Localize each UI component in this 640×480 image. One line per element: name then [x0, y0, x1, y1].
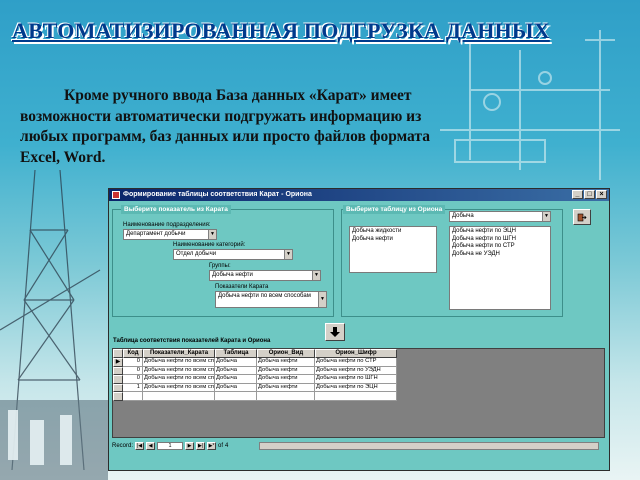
slide-title: АВТОМАТИЗИРОВАННАЯ ПОДГРУЗКА ДАННЫХ — [12, 18, 550, 43]
chevron-down-icon[interactable]: ▼ — [208, 230, 216, 239]
table-cell[interactable]: Добыча нефти по всем способам — [143, 375, 215, 384]
horizontal-scrollbar[interactable] — [259, 442, 599, 450]
row-selector[interactable] — [113, 383, 123, 392]
table-cell[interactable]: Добыча нефти по УЭДН — [315, 366, 397, 375]
table-cell[interactable]: Добыча — [215, 375, 257, 384]
slide-intro-text: Кроме ручного ввода База данных «Карат» … — [20, 87, 430, 166]
table-row[interactable]: 0 Добыча нефти по всем способам Добыча Д… — [113, 375, 604, 384]
prev-record-button[interactable]: ◀ — [146, 442, 156, 450]
table-cell[interactable]: Добыча нефти по всем способам — [143, 383, 215, 392]
list-item[interactable]: Добыча нефти по ШГН — [452, 236, 548, 244]
maximize-button[interactable]: □ — [584, 190, 595, 199]
table-cell[interactable]: 0 — [123, 375, 143, 384]
table-cell[interactable]: 0 — [123, 358, 143, 367]
current-record-field[interactable]: 1 — [157, 442, 184, 450]
table-header-row: Код Показатели_Карата Таблица Орион_Вид … — [113, 349, 604, 358]
mapping-table-caption: Таблица соответствия показателей Карата … — [113, 338, 271, 344]
category-label: Наименование категорий: — [173, 242, 246, 248]
table-row[interactable]: 0 Добыча нефти по всем способам Добыча Д… — [113, 366, 604, 375]
karat-indicator-label: Показатели Карата — [215, 284, 269, 290]
orion-type-list[interactable]: Добыча жидкости Добыча нефти — [349, 226, 437, 273]
list-item[interactable]: Добыча нефти по СТР — [452, 243, 548, 251]
table-cell[interactable]: Добыча нефти по СТР — [315, 358, 397, 367]
orion-table-select[interactable]: Добыча ▼ — [449, 211, 551, 222]
department-select[interactable]: Департамент добычи ▼ — [123, 229, 217, 240]
karat-indicator-select[interactable]: Добыча нефти по всем способам ▼ — [215, 291, 327, 308]
list-item[interactable]: Добыча нефти по ЭЦН — [452, 228, 548, 236]
orion-panel-header: Выберите таблицу из Ориона — [343, 205, 446, 214]
table-cell[interactable] — [143, 392, 215, 401]
column-header[interactable]: Орион_Шифр — [315, 349, 397, 358]
group-select-value: Добыча нефти — [212, 272, 253, 278]
add-to-table-button[interactable] — [325, 323, 345, 341]
table-cell[interactable]: 0 — [123, 366, 143, 375]
category-select[interactable]: Отдел добычи ▼ — [173, 249, 293, 260]
list-item[interactable]: Добыча не УЭДН — [452, 251, 548, 259]
table-new-row[interactable] — [113, 392, 604, 401]
table-cell[interactable]: Добыча — [215, 383, 257, 392]
category-select-value: Отдел добычи — [176, 251, 217, 257]
table-cell[interactable]: Добыча нефти по всем способам — [143, 366, 215, 375]
of-label: of — [218, 443, 224, 449]
table-cell[interactable]: Добыча нефти по ЭЦН — [315, 383, 397, 392]
new-record-button[interactable]: ▶* — [207, 442, 217, 450]
table-cell[interactable]: Добыча нефти по ШГН — [315, 375, 397, 384]
row-selector[interactable] — [113, 392, 123, 401]
close-button[interactable]: × — [596, 190, 607, 199]
row-selector[interactable] — [113, 366, 123, 375]
row-selector-header — [113, 349, 123, 358]
window-titlebar[interactable]: Формирование таблицы соответствия Карат … — [109, 189, 609, 201]
column-header[interactable]: Орион_Вид — [257, 349, 315, 358]
app-icon — [112, 191, 120, 199]
table-cell[interactable] — [257, 392, 315, 401]
table-cell[interactable] — [123, 392, 143, 401]
mapping-table: Код Показатели_Карата Таблица Орион_Вид … — [112, 348, 605, 438]
table-cell[interactable]: Добыча нефти — [257, 383, 315, 392]
first-record-button[interactable]: |◀ — [135, 442, 145, 450]
department-label: Наименование подразделения: — [123, 222, 211, 228]
column-header[interactable]: Таблица — [215, 349, 257, 358]
column-header[interactable]: Показатели_Карата — [143, 349, 215, 358]
table-cell[interactable] — [215, 392, 257, 401]
chevron-down-icon[interactable]: ▼ — [284, 250, 292, 259]
orion-table-select-value: Добыча — [452, 213, 474, 219]
table-cell[interactable]: Добыча нефти по всем способам — [143, 358, 215, 367]
table-cell[interactable]: Добыча — [215, 366, 257, 375]
arrow-down-icon — [330, 327, 340, 337]
chevron-down-icon[interactable]: ▼ — [318, 292, 326, 307]
table-cell[interactable]: Добыча — [215, 358, 257, 367]
list-item[interactable]: Добыча нефти — [352, 236, 434, 244]
table-cell[interactable]: Добыча нефти — [257, 375, 315, 384]
list-item[interactable]: Добыча жидкости — [352, 228, 434, 236]
export-button[interactable] — [573, 209, 591, 225]
chevron-down-icon[interactable]: ▼ — [312, 271, 320, 280]
karat-indicator-value: Добыча нефти по всем способам — [218, 293, 311, 299]
table-cell[interactable]: Добыча нефти — [257, 366, 315, 375]
karat-panel-header: Выберите показатель из Карата — [121, 205, 231, 214]
minimize-button[interactable]: _ — [572, 190, 583, 199]
mapping-form-window: Формирование таблицы соответствия Карат … — [108, 188, 610, 471]
window-title: Формирование таблицы соответствия Карат … — [123, 191, 312, 198]
table-row[interactable]: ▶ 0 Добыча нефти по всем способам Добыча… — [113, 358, 604, 367]
row-selector[interactable] — [113, 375, 123, 384]
table-cell[interactable]: Добыча нефти — [257, 358, 315, 367]
group-label: Группы: — [209, 263, 231, 269]
record-total: 4 — [225, 443, 229, 449]
department-select-value: Департамент добычи — [126, 231, 186, 237]
table-cell[interactable] — [315, 392, 397, 401]
chevron-down-icon[interactable]: ▼ — [542, 212, 550, 221]
next-record-button[interactable]: ▶ — [185, 442, 195, 450]
door-exit-icon — [577, 213, 587, 221]
record-label: Record: — [112, 443, 134, 449]
column-header[interactable]: Код — [123, 349, 143, 358]
table-row[interactable]: 1 Добыча нефти по всем способам Добыча Д… — [113, 383, 604, 392]
row-selector-arrow-icon[interactable]: ▶ — [113, 358, 123, 367]
last-record-button[interactable]: ▶| — [196, 442, 206, 450]
group-select[interactable]: Добыча нефти ▼ — [209, 270, 321, 281]
table-cell[interactable]: 1 — [123, 383, 143, 392]
record-navigator: Record: |◀ ◀ 1 ▶ ▶| ▶* of 4 — [112, 441, 228, 451]
orion-code-list[interactable]: Добыча нефти по ЭЦН Добыча нефти по ШГН … — [449, 226, 551, 310]
